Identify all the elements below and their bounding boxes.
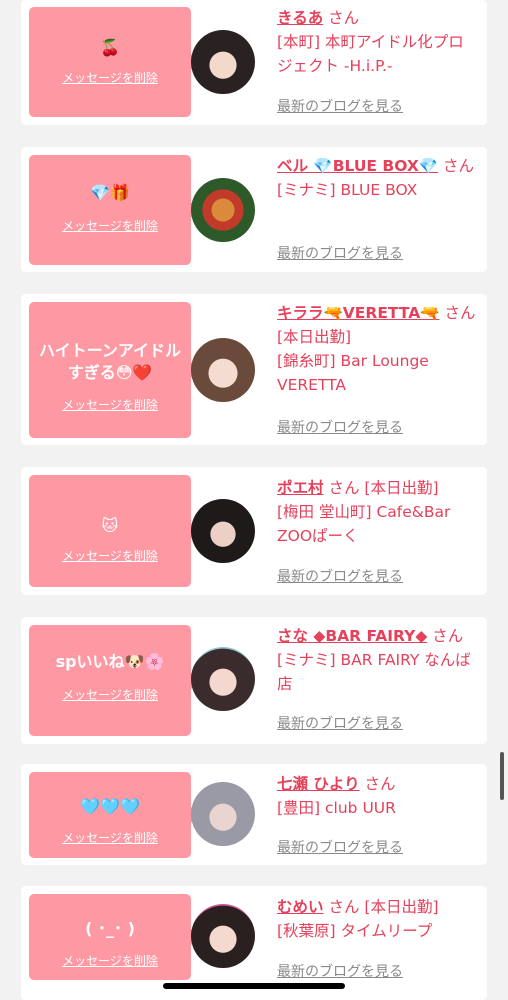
message-bubble: 💎🎁 メッセージを削除 [29,155,199,265]
avatar[interactable] [191,499,255,563]
honorific: さん [444,304,476,322]
shop-name: [本町] 本町アイドル化プロジェクト -H.i.P.- [277,33,464,75]
honorific: さん [328,9,360,27]
cast-name-link[interactable]: ポエ村 [277,479,324,497]
delete-message-link[interactable]: メッセージを削除 [29,829,191,846]
message-bubble: ハイトーンアイドルすぎる😳❤️ メッセージを削除 [29,302,199,438]
message-text: 🐱 [101,516,119,535]
latest-blog-link[interactable]: 最新のブログを見る [277,566,403,586]
delete-message-link[interactable]: メッセージを削除 [29,396,191,413]
shop-name: [秋葉原] タイムリープ [277,922,433,940]
honorific: さん [364,775,396,793]
honorific: さん [443,157,475,175]
delete-message-link[interactable]: メッセージを削除 [29,547,191,564]
cast-info: むめい さん [本日出勤] [秋葉原] タイムリープ [277,895,477,943]
message-bubble: ( ･_･ ) メッセージを削除 [29,894,199,980]
shop-name: [ミナミ] BLUE BOX [277,181,418,199]
cast-name-link[interactable]: 七瀬 ひより [277,775,360,793]
message-text: 💎🎁 [90,183,130,202]
avatar[interactable] [191,338,255,402]
message-text: 🍒 [100,38,120,57]
shop-name: [錦糸町] Bar Lounge VERETTA [277,352,429,394]
message-bubble: spいいね🐶🌸 メッセージを削除 [29,625,199,736]
latest-blog-link[interactable]: 最新のブログを見る [277,961,403,981]
delete-message-link[interactable]: メッセージを削除 [29,686,191,703]
scrollbar[interactable] [500,752,504,800]
message-text: ハイトーンアイドルすぎる😳❤️ [38,341,182,382]
status-badge: [本日出勤] [277,328,352,346]
delete-message-link[interactable]: メッセージを削除 [29,952,191,969]
cast-info: さな ◆BAR FAIRY◆ さん [ミナミ] BAR FAIRY なんば店 [277,624,477,696]
message-card: 💎🎁 メッセージを削除 ベル 💎BLUE BOX💎 さん [ミナミ] BLUE … [21,147,487,272]
shop-name: [梅田 堂山町] Cafe&Bar ZOOぱーく [277,503,451,545]
delete-message-link[interactable]: メッセージを削除 [29,69,191,86]
shop-name: [豊田] club UUR [277,799,396,817]
latest-blog-link[interactable]: 最新のブログを見る [277,713,403,733]
latest-blog-link[interactable]: 最新のブログを見る [277,837,403,857]
message-text: ( ･_･ ) [85,919,135,938]
delete-message-link[interactable]: メッセージを削除 [29,217,191,234]
latest-blog-link[interactable]: 最新のブログを見る [277,243,403,263]
home-indicator[interactable] [163,983,345,989]
message-bubble: 🍒 メッセージを削除 [29,7,199,117]
cast-name-link[interactable]: むめい [277,898,324,916]
message-bubble: 🐱 メッセージを削除 [29,475,199,587]
cast-info: キララ🔫VERETTA🔫 さん [本日出勤] [錦糸町] Bar Lounge … [277,301,477,397]
message-card: 🐱 メッセージを削除 ポエ村 さん [本日出勤] [梅田 堂山町] Cafe&B… [21,467,487,595]
cast-name-link[interactable]: さな ◆BAR FAIRY◆ [277,627,427,645]
message-card: ハイトーンアイドルすぎる😳❤️ メッセージを削除 キララ🔫VERETTA🔫 さん… [21,294,487,445]
shop-name: [ミナミ] BAR FAIRY なんば店 [277,651,471,693]
cast-name-link[interactable]: きるあ [277,9,323,27]
status-badge: [本日出勤] [364,898,439,916]
avatar[interactable] [191,782,255,846]
message-text: 🩵🩵🩵 [80,797,140,816]
cast-info: ベル 💎BLUE BOX💎 さん [ミナミ] BLUE BOX [277,154,477,202]
latest-blog-link[interactable]: 最新のブログを見る [277,417,403,437]
cast-info: 七瀬 ひより さん [豊田] club UUR [277,772,477,820]
honorific: さん [328,898,360,916]
avatar[interactable] [191,647,255,711]
avatar[interactable] [191,904,255,968]
cast-info: ポエ村 さん [本日出勤] [梅田 堂山町] Cafe&Bar ZOOぱーく [277,476,477,548]
message-card: 🩵🩵🩵 メッセージを削除 七瀬 ひより さん [豊田] club UUR 最新の… [21,764,487,865]
message-card: spいいね🐶🌸 メッセージを削除 さな ◆BAR FAIRY◆ さん [ミナミ]… [21,617,487,744]
message-bubble: 🩵🩵🩵 メッセージを削除 [29,772,199,858]
avatar[interactable] [191,178,255,242]
honorific: さん [432,627,464,645]
status-badge: [本日出勤] [364,479,439,497]
cast-name-link[interactable]: ベル 💎BLUE BOX💎 [277,157,438,175]
honorific: さん [328,479,360,497]
avatar[interactable] [191,30,255,94]
message-text: spいいね🐶🌸 [55,652,165,671]
message-card: 🍒 メッセージを削除 きるあ さん [本町] 本町アイドル化プロジェクト -H.… [21,0,487,125]
latest-blog-link[interactable]: 最新のブログを見る [277,96,403,116]
cast-info: きるあ さん [本町] 本町アイドル化プロジェクト -H.i.P.- [277,6,477,78]
cast-name-link[interactable]: キララ🔫VERETTA🔫 [277,304,440,322]
